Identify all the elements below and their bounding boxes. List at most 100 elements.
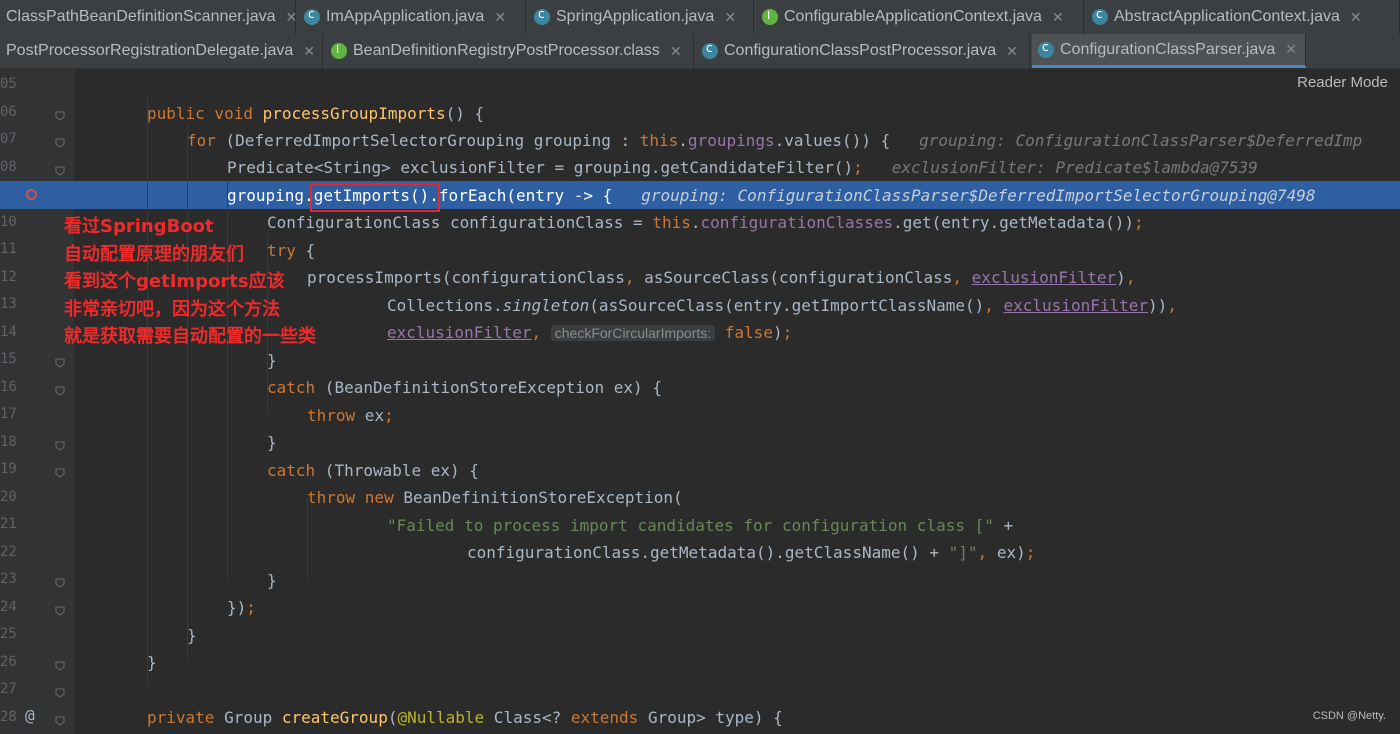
fold-marker-icon[interactable]	[55, 661, 65, 671]
line-number: 19	[0, 461, 17, 477]
line-number: 06	[0, 103, 17, 120]
line-number: 08	[0, 158, 17, 175]
tab-label: AbstractApplicationContext.java	[1114, 8, 1340, 25]
line-number: 21	[0, 516, 17, 532]
close-icon[interactable]: ✕	[286, 9, 298, 26]
note-line: 就是获取需要自动配置的一些类	[64, 326, 316, 347]
fold-marker-icon[interactable]	[55, 441, 65, 451]
line-number: 25	[0, 626, 17, 642]
code-line-25: }	[187, 626, 197, 645]
code-line-24: });	[227, 598, 256, 617]
code-line-08: Predicate<String> exclusionFilter = grou…	[227, 158, 1258, 177]
note-line: 非常亲切吧，因为这个方法	[64, 298, 280, 320]
line-number: 12	[0, 268, 17, 285]
annotation-note: 看过SpringBoot 自动配置原理的朋友们 看到这个getImports应该…	[64, 213, 316, 351]
watermark: CSDN @Netty.	[1312, 710, 1386, 722]
code-line-07: for (DeferredImportSelectorGrouping grou…	[187, 131, 1363, 150]
close-icon[interactable]: ✕	[1285, 41, 1297, 58]
code-line-20: throw new BeanDefinitionStoreException(	[307, 488, 683, 507]
line-number: 13	[0, 296, 17, 312]
inline-debug-value: grouping: ConfigurationClassParser$Defer…	[919, 131, 1363, 150]
close-icon[interactable]: ✕	[494, 9, 506, 26]
line-number: 23	[0, 571, 17, 587]
note-line: 自动配置原理的朋友们	[64, 243, 244, 265]
fold-marker-icon[interactable]	[55, 358, 65, 368]
line-number: 27	[0, 681, 17, 697]
line-number: 20	[0, 488, 17, 505]
code-line-12: processImports(configurationClass, asSou…	[307, 268, 1136, 287]
code-line-14: exclusionFilter, checkForCircularImports…	[387, 323, 793, 342]
java-class-icon	[1038, 40, 1054, 58]
fold-marker-icon[interactable]	[55, 578, 65, 588]
fold-marker-icon[interactable]	[55, 111, 65, 121]
editor-tabs-row-1: ClassPathBeanDefinitionScanner.java✕ImAp…	[0, 0, 1400, 35]
code-line-22: configurationClass.getMetadata().getClas…	[467, 543, 1036, 562]
line-number: 14	[0, 323, 17, 340]
inline-debug-value: grouping: ConfigurationClassParser$Defer…	[641, 186, 1316, 205]
close-icon[interactable]: ✕	[670, 43, 682, 60]
fold-marker-icon[interactable]	[55, 688, 65, 698]
tab-classpathbeandefinitionscanner-java[interactable]: ClassPathBeanDefinitionScanner.java ✕	[0, 0, 298, 34]
tab-label: ClassPathBeanDefinitionScanner.java	[6, 8, 276, 25]
fold-marker-icon[interactable]	[55, 138, 65, 148]
tab-label: ConfigurableApplicationContext.java	[784, 8, 1042, 25]
parameter-hint: checkForCircularImports:	[550, 325, 716, 341]
code-line-18: }	[267, 433, 277, 452]
tab-postprocessorregistrationdelegate-java[interactable]: PostProcessorRegistrationDelegate.java ✕	[0, 34, 323, 68]
tab-label: BeanDefinitionRegistryPostProcessor.clas…	[353, 42, 660, 59]
line-number: 24	[0, 598, 17, 615]
tab-abstractapplicationcontext-java[interactable]: AbstractApplicationContext.java ✕	[1086, 0, 1400, 34]
tab-label: PostProcessorRegistrationDelegate.java	[6, 42, 294, 59]
code-line-17: throw ex;	[307, 406, 394, 425]
java-interface-icon	[762, 9, 778, 25]
code-line-15: }	[267, 351, 277, 370]
java-interface-icon	[331, 43, 347, 59]
code-line-19: catch (Throwable ex) {	[267, 461, 479, 480]
tab-imappapplication-java[interactable]: ImAppApplication.java ✕	[298, 0, 526, 34]
close-icon[interactable]: ✕	[1006, 43, 1018, 60]
tab-beandefinitionregistrypostprocessor-class[interactable]: BeanDefinitionRegistryPostProcessor.clas…	[325, 34, 694, 68]
fold-marker-icon[interactable]	[55, 716, 65, 726]
tab-configurableapplicationcontext-java[interactable]: ConfigurableApplicationContext.java ✕	[756, 0, 1084, 34]
code-line-26: }	[147, 653, 157, 672]
close-icon[interactable]: ✕	[303, 43, 315, 60]
inline-debug-value: exclusionFilter: Predicate$lambda@7539	[891, 158, 1258, 177]
code-line-10: ConfigurationClass configurationClass = …	[267, 213, 1144, 232]
java-class-icon	[702, 41, 718, 59]
code-line-16: catch (BeanDefinitionStoreException ex) …	[267, 378, 662, 397]
close-icon[interactable]: ✕	[724, 9, 736, 26]
tab-label: SpringApplication.java	[556, 8, 715, 25]
tab-springapplication-java[interactable]: SpringApplication.java ✕	[528, 0, 754, 34]
code-line-21: "Failed to process import candidates for…	[387, 516, 1014, 535]
code-editor[interactable]: public void processGroupImports() { for …	[74, 69, 1400, 734]
fold-marker-icon[interactable]	[55, 166, 65, 176]
tab-label: ConfigurationClassPostProcessor.java	[724, 42, 997, 59]
line-gutter[interactable]: 0506070809101112131415161718192021222324…	[0, 69, 74, 734]
editor-tabs-row-2: PostProcessorRegistrationDelegate.java ✕ B…	[0, 34, 1400, 69]
code-line-23: }	[267, 571, 277, 590]
code-line-28: private Group createGroup(@Nullable Clas…	[147, 708, 783, 727]
override-marker-icon[interactable]: @	[25, 706, 35, 725]
java-class-icon	[304, 7, 320, 25]
close-icon[interactable]: ✕	[1052, 9, 1064, 26]
fold-marker-icon[interactable]	[55, 386, 65, 396]
breakpoint-icon[interactable]	[26, 189, 37, 200]
tab-label: ImAppApplication.java	[326, 8, 485, 25]
fold-marker-icon[interactable]	[55, 606, 65, 616]
line-number: 17	[0, 406, 17, 422]
java-class-icon	[534, 7, 550, 25]
line-number: 26	[0, 653, 17, 670]
tab-configurationclassparser-java[interactable]: ConfigurationClassParser.java ✕	[1032, 34, 1306, 68]
tab-configurationclasspostprocessor-java[interactable]: ConfigurationClassPostProcessor.java ✕	[696, 34, 1030, 68]
highlight-box-getimports	[310, 183, 440, 212]
tab-label: ConfigurationClassParser.java	[1060, 40, 1276, 58]
line-number: 11	[0, 241, 17, 257]
code-line-06: public void processGroupImports() {	[147, 104, 485, 123]
line-number: 10	[0, 213, 17, 230]
reader-mode-button[interactable]: Reader Mode	[1297, 74, 1388, 91]
line-number: 22	[0, 543, 17, 560]
fold-marker-icon[interactable]	[55, 468, 65, 478]
close-icon[interactable]: ✕	[1350, 9, 1362, 26]
note-line: 看到这个getImports应该	[64, 271, 285, 292]
java-class-icon	[1092, 7, 1108, 25]
